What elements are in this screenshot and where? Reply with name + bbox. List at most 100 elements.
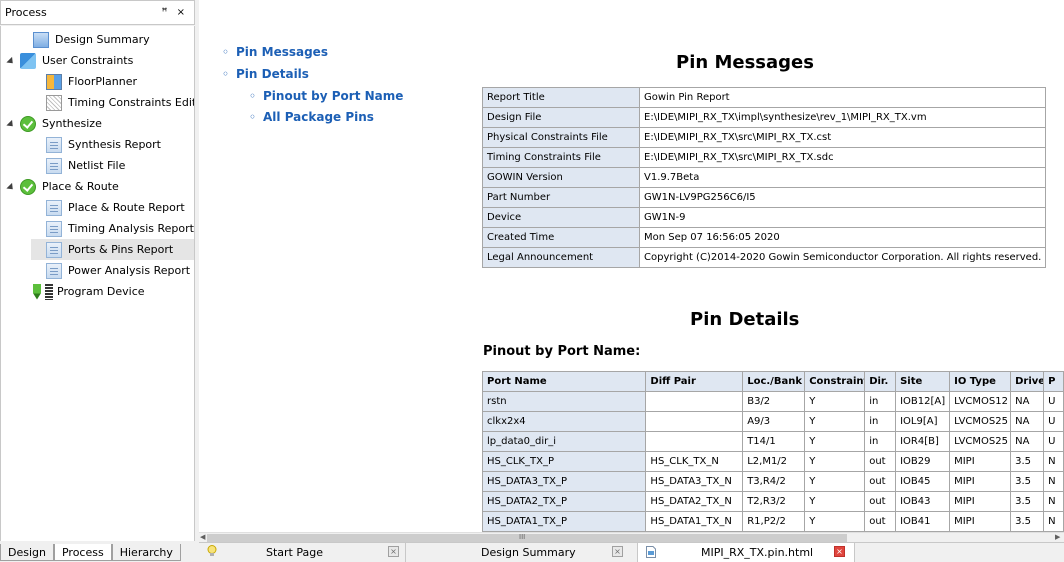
- tree-item-label: FloorPlanner: [68, 75, 138, 88]
- table-cell: 3.5: [1010, 491, 1045, 512]
- table-cell: [645, 431, 744, 452]
- tree-item-program-device[interactable]: Program Device: [33, 281, 145, 302]
- table-cell: NA: [1010, 391, 1045, 412]
- tree-item-place-route[interactable]: Place & Route: [20, 176, 119, 197]
- tree-item-label: Place & Route Report: [68, 201, 185, 214]
- panel-title: Process: [5, 6, 47, 19]
- tree-item-floorplanner[interactable]: FloorPlanner: [46, 71, 137, 92]
- table-row: Device GW1N-9: [482, 207, 1047, 228]
- tree-item-ports-pins-report[interactable]: Ports & Pins Report: [31, 239, 194, 260]
- toc-link-pin-details[interactable]: Pin Details: [222, 67, 309, 81]
- table-cell: N: [1043, 471, 1064, 492]
- table-cell: L2,M1/2: [742, 451, 806, 472]
- table-cell: out: [864, 491, 897, 512]
- process-panel: Process ꟸ × Design Summary User Constrai…: [0, 0, 195, 561]
- info-key: Physical Constraints File: [482, 127, 640, 148]
- pin-table: Port Name Diff Pair Loc./Bank Constraint Dir…: [481, 371, 1064, 532]
- table-cell: HS_DATA2_TX_N: [645, 491, 744, 512]
- tree-item-label: Timing Analysis Report: [68, 222, 194, 235]
- tab-start-page[interactable]: Start Page ×: [199, 543, 406, 562]
- tree-item-label: Netlist File: [68, 159, 126, 172]
- pin-icon[interactable]: ꟸ: [162, 7, 171, 18]
- tab-design[interactable]: Design: [0, 544, 54, 561]
- scrollbar-thumb[interactable]: [207, 534, 847, 542]
- document-icon: [46, 199, 62, 216]
- tree-item-power-analysis-report[interactable]: Power Analysis Report: [46, 260, 190, 281]
- table-cell: NA: [1010, 411, 1045, 432]
- table-cell: IOB41: [895, 511, 951, 532]
- table-row: HS_CLK_TX_P HS_CLK_TX_N L2,M1/2 Yout IOB29 MI…: [481, 451, 1064, 472]
- scroll-right-icon[interactable]: ▶: [1055, 533, 1060, 541]
- table-cell: IOB43: [895, 491, 951, 512]
- table-cell: out: [864, 471, 897, 492]
- table-cell: HS_DATA1_TX_P: [481, 511, 647, 532]
- table-row: Physical Constraints File E:\IDE\MIPI_RX_…: [482, 127, 1047, 148]
- table-cell: IOB12[A]: [895, 391, 951, 412]
- info-table: Report Title Gowin Pin Report Design File E…: [482, 87, 1047, 268]
- close-icon[interactable]: ×: [177, 7, 188, 18]
- table-cell: HS_DATA1_TX_N: [645, 511, 744, 532]
- tree-item-place-route-report[interactable]: Place & Route Report: [46, 197, 185, 218]
- toc-link-all-package-pins[interactable]: All Package Pins: [249, 110, 374, 124]
- timing-editor-icon: [46, 94, 62, 111]
- info-key: Report Title: [482, 87, 640, 108]
- process-tree: Design Summary User Constraints FloorPla…: [0, 26, 195, 541]
- column-header: Site: [895, 371, 951, 392]
- close-icon[interactable]: ×: [388, 546, 399, 557]
- column-header: P: [1043, 371, 1064, 392]
- info-key: Timing Constraints File: [482, 147, 640, 168]
- tree-item-timing-constraints-editor[interactable]: Timing Constraints Editor: [46, 92, 194, 113]
- collapse-arrow-icon[interactable]: [6, 56, 16, 67]
- table-cell: Y: [804, 431, 866, 452]
- info-key: Part Number: [482, 187, 640, 208]
- toc-link-pinout-by-port[interactable]: Pinout by Port Name: [249, 89, 403, 103]
- tree-item-synthesize[interactable]: Synthesize: [20, 113, 102, 134]
- check-circle-icon: [20, 115, 36, 132]
- scrollbar-grip: III: [519, 533, 526, 541]
- table-cell: LVCMOS25: [949, 431, 1012, 452]
- table-row: lp_data0_dir_i T14/1 Yin IOR4[B] LVCMOS25 NA U: [481, 431, 1064, 452]
- column-header: Loc./Bank: [742, 371, 806, 392]
- panel-controls[interactable]: ꟸ ×: [162, 7, 188, 18]
- column-header: Port Name: [481, 371, 647, 392]
- table-cell: U: [1043, 431, 1064, 452]
- table-row: Report Title Gowin Pin Report: [482, 87, 1047, 108]
- collapse-arrow-icon[interactable]: [6, 119, 16, 130]
- table-cell: Y: [804, 391, 866, 412]
- tree-item-synthesis-report[interactable]: Synthesis Report: [46, 134, 161, 155]
- table-cell: N: [1043, 451, 1064, 472]
- close-icon[interactable]: ×: [612, 546, 623, 557]
- tree-item-user-constraints[interactable]: User Constraints: [20, 50, 133, 71]
- table-cell: Y: [804, 411, 866, 432]
- toc-link-pin-messages[interactable]: Pin Messages: [222, 45, 328, 59]
- tree-item-netlist-file[interactable]: Netlist File: [46, 155, 125, 176]
- table-cell: N: [1043, 491, 1064, 512]
- tab-hierarchy[interactable]: Hierarchy: [111, 544, 181, 561]
- document-tabs: Start Page × Design Summary × MIPI_RX_TX…: [199, 542, 1064, 562]
- table-row: GOWIN Version V1.9.7Beta: [482, 167, 1047, 188]
- tree-item-timing-analysis-report[interactable]: Timing Analysis Report: [46, 218, 194, 239]
- table-cell: HS_CLK_TX_N: [645, 451, 744, 472]
- tree-item-label: Power Analysis Report: [68, 264, 191, 277]
- table-cell: IOB29: [895, 451, 951, 472]
- table-row: HS_DATA2_TX_P HS_DATA2_TX_N T2,R3/2 Yout IOB…: [481, 491, 1064, 512]
- table-cell: in: [864, 391, 897, 412]
- tree-item-design-summary[interactable]: Design Summary: [33, 29, 150, 50]
- table-cell: rstn: [481, 391, 647, 412]
- table-cell: 3.5: [1010, 511, 1045, 532]
- table-cell: R1,P2/2: [742, 511, 806, 532]
- table-cell: [645, 411, 744, 432]
- tab-pin-report[interactable]: MIPI_RX_TX.pin.html ×: [638, 543, 855, 562]
- tab-design-summary[interactable]: Design Summary ×: [406, 543, 638, 562]
- column-header: Drive: [1010, 371, 1045, 392]
- scroll-left-icon[interactable]: ◀: [200, 533, 205, 541]
- horizontal-scrollbar[interactable]: ◀ III ▶: [199, 532, 1064, 542]
- panel-header: Process ꟸ ×: [0, 0, 195, 25]
- collapse-arrow-icon[interactable]: [6, 182, 16, 193]
- close-icon[interactable]: ×: [834, 546, 845, 557]
- tree-item-label: Design Summary: [55, 33, 150, 46]
- tab-process[interactable]: Process: [53, 544, 112, 561]
- table-cell: lp_data0_dir_i: [481, 431, 647, 452]
- tab-label: Design Summary: [481, 546, 576, 559]
- table-cell: MIPI: [949, 491, 1012, 512]
